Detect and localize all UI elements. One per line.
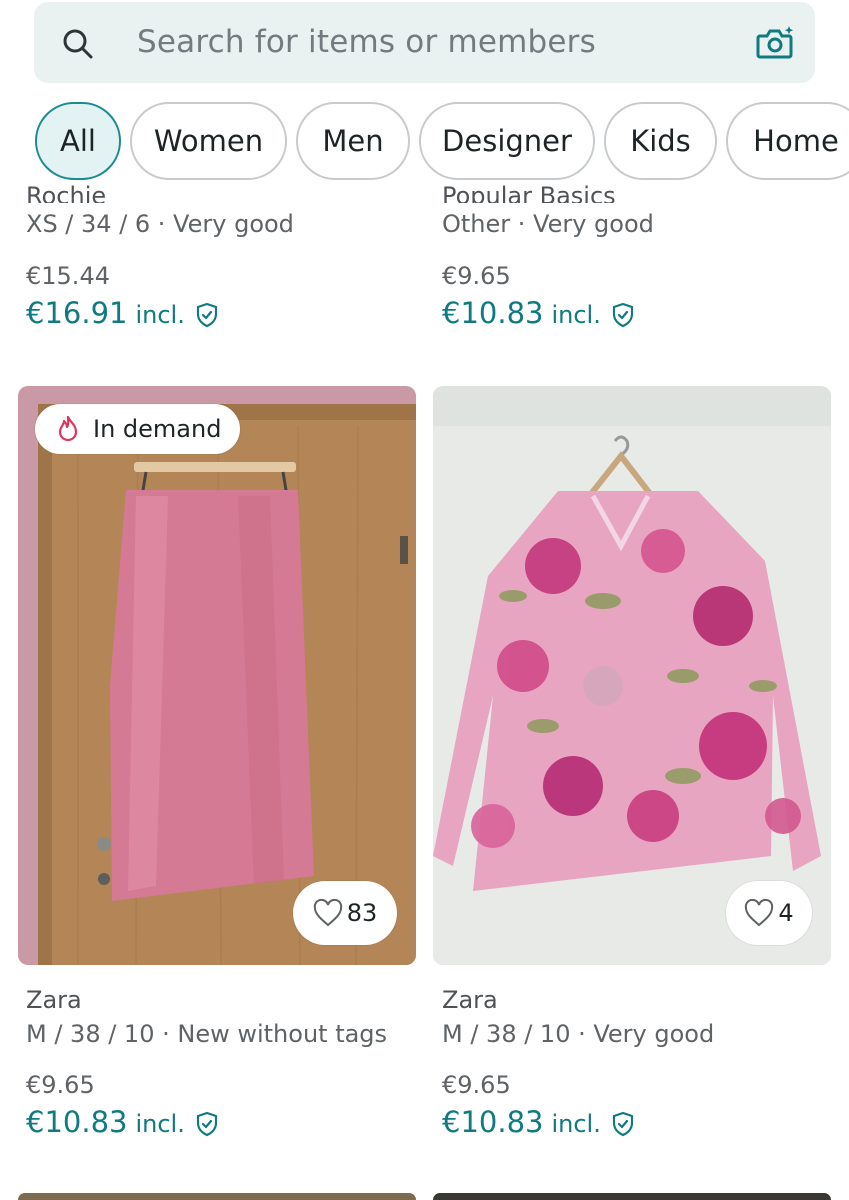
item-price: €9.65: [442, 262, 511, 290]
shield-check-icon[interactable]: [611, 302, 635, 328]
favorite-count: 83: [346, 899, 378, 927]
item-meta: Other · Very good: [442, 210, 654, 238]
product-image-shirt[interactable]: [433, 386, 831, 965]
filter-women[interactable]: Women: [130, 102, 287, 180]
incl-label: incl.: [135, 301, 185, 329]
heart-icon: [313, 899, 342, 927]
filter-designer[interactable]: Designer: [419, 102, 595, 180]
search-bar[interactable]: Search for items or members: [34, 2, 815, 83]
incl-label: incl.: [135, 1110, 185, 1138]
search-input[interactable]: Search for items or members: [137, 24, 596, 60]
item-price: €9.65: [26, 1071, 95, 1099]
product-image-next[interactable]: [18, 1193, 416, 1200]
item-meta: M / 38 / 10 · New without tags: [26, 1020, 388, 1048]
shield-check-icon[interactable]: [611, 1111, 635, 1137]
item-brand: Zara: [26, 986, 82, 1014]
flame-icon: [58, 415, 78, 442]
shield-check-icon[interactable]: [195, 1111, 219, 1137]
category-filters: All Women Men Designer Kids Home: [0, 102, 849, 180]
item-price: €15.44: [26, 262, 110, 290]
item-brand: Zara: [442, 986, 498, 1014]
item-price-incl: €10.83 incl.: [442, 296, 635, 330]
product-image-next[interactable]: [433, 1193, 831, 1200]
item-price-incl: €10.83 incl.: [26, 1105, 219, 1139]
filter-men[interactable]: Men: [296, 102, 410, 180]
in-demand-badge: In demand: [35, 404, 240, 454]
heart-icon: [745, 899, 774, 927]
filter-kids[interactable]: Kids: [604, 102, 717, 180]
shield-check-icon[interactable]: [195, 302, 219, 328]
item-price-incl: €16.91 incl.: [26, 296, 219, 330]
favorite-button[interactable]: 4: [726, 881, 812, 945]
price-incl-value: €10.83: [26, 1105, 128, 1139]
favorite-count: 4: [778, 899, 794, 927]
item-meta: M / 38 / 10 · Very good: [442, 1020, 715, 1048]
item-price: €9.65: [442, 1071, 511, 1099]
favorite-button[interactable]: 83: [293, 881, 397, 945]
item-brand: Popular Basics: [442, 182, 616, 203]
filter-home[interactable]: Home: [726, 102, 849, 180]
filter-all[interactable]: All: [35, 102, 121, 180]
camera-icon[interactable]: [755, 24, 795, 62]
item-brand: Rochie: [26, 182, 107, 203]
price-incl-value: €16.91: [26, 296, 128, 330]
item-price-incl: €10.83 incl.: [442, 1105, 635, 1139]
item-meta: XS / 34 / 6 · Very good: [26, 210, 294, 238]
price-incl-value: €10.83: [442, 1105, 544, 1139]
badge-label: In demand: [93, 415, 222, 443]
product-image-skirt[interactable]: [18, 386, 416, 965]
incl-label: incl.: [551, 301, 601, 329]
incl-label: incl.: [551, 1110, 601, 1138]
price-incl-value: €10.83: [442, 296, 544, 330]
search-icon: [63, 29, 93, 59]
